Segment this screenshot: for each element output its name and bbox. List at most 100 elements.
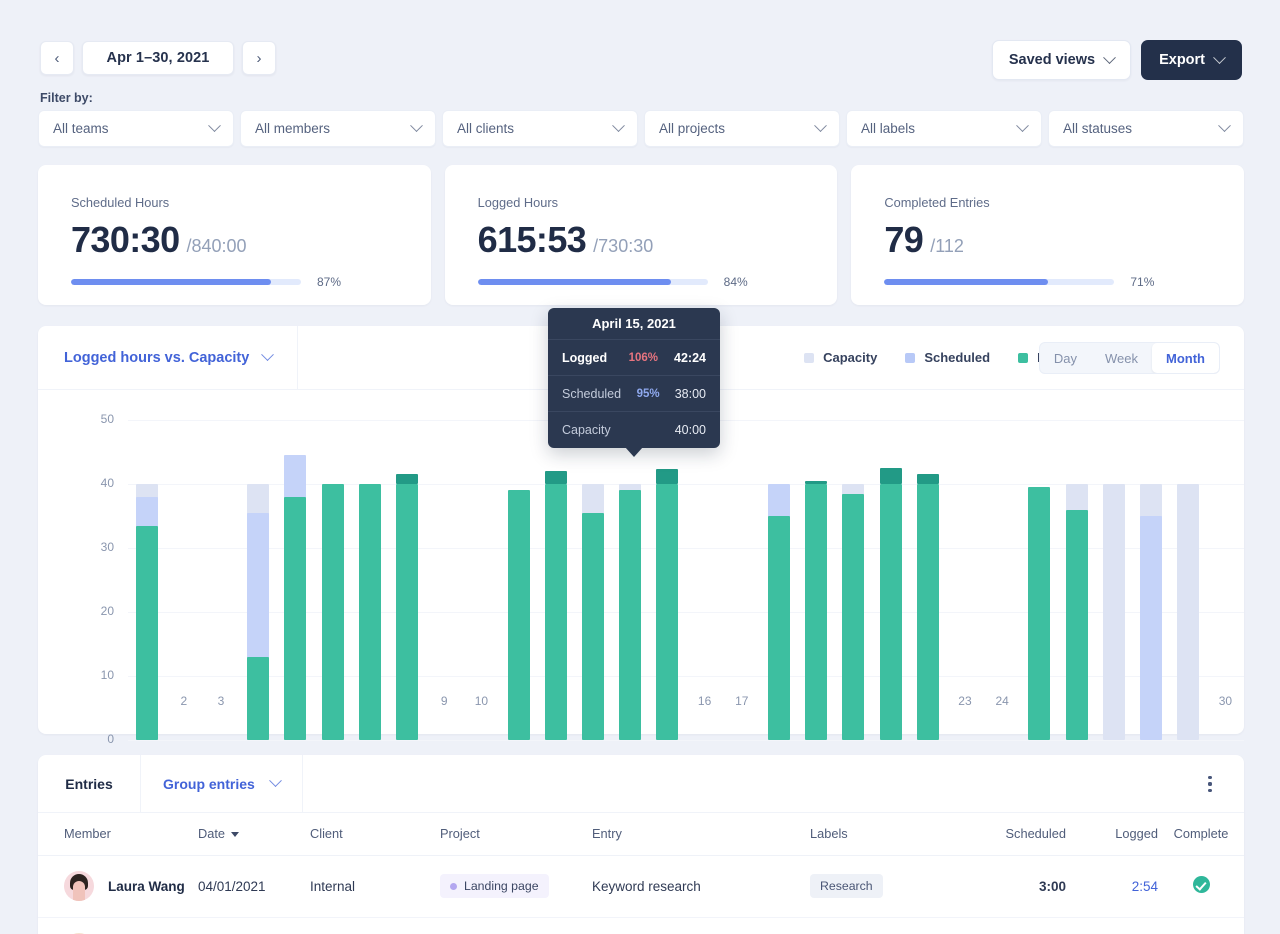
chart-bar-group[interactable] bbox=[1021, 420, 1058, 740]
column-header-complete[interactable]: Complete bbox=[1158, 813, 1244, 855]
chart-bar-group[interactable] bbox=[1170, 420, 1207, 740]
export-button[interactable]: Export bbox=[1141, 40, 1242, 80]
chart-bar-group[interactable] bbox=[909, 420, 946, 740]
table-row[interactable]: Laura Wang04/01/2021InternalLanding page… bbox=[38, 855, 1244, 917]
column-header-logged[interactable]: Logged bbox=[1066, 813, 1158, 855]
next-period-button[interactable]: › bbox=[242, 41, 276, 75]
bar-segment bbox=[582, 513, 604, 740]
progress-percent: 87% bbox=[317, 275, 341, 289]
group-entries-button[interactable]: Group entries bbox=[140, 755, 303, 812]
cell-complete bbox=[1158, 855, 1244, 917]
label-chip[interactable]: Research bbox=[810, 874, 883, 898]
filter-value: All members bbox=[255, 121, 330, 136]
filter-dropdown-0[interactable]: All teams bbox=[38, 110, 234, 147]
filter-dropdown-1[interactable]: All members bbox=[240, 110, 436, 147]
chart-bar-group[interactable] bbox=[835, 420, 872, 740]
cell-member: Laura Wang bbox=[38, 855, 198, 917]
chart-bar-group[interactable] bbox=[426, 420, 463, 740]
chart-bar-group[interactable] bbox=[277, 420, 314, 740]
column-header-label: Entry bbox=[592, 826, 622, 841]
column-header-member[interactable]: Member bbox=[38, 813, 198, 855]
column-header-label: Scheduled bbox=[1006, 826, 1066, 841]
range-option-week[interactable]: Week bbox=[1091, 343, 1152, 373]
column-header-entry[interactable]: Entry bbox=[592, 813, 810, 855]
column-header-label: Complete bbox=[1174, 826, 1229, 841]
bar-segment bbox=[917, 484, 939, 740]
chart-bar-group[interactable] bbox=[574, 420, 611, 740]
bar-segment bbox=[136, 526, 158, 740]
column-header-date[interactable]: Date bbox=[198, 813, 310, 855]
stat-progress-row: 71% bbox=[884, 275, 1212, 289]
chart-metric-select[interactable]: Logged hours vs. Capacity bbox=[38, 326, 298, 389]
chart-bar-group[interactable] bbox=[872, 420, 909, 740]
date-range-label[interactable]: Apr 1–30, 2021 bbox=[82, 41, 234, 75]
stat-progress-row: 84% bbox=[478, 275, 806, 289]
x-axis-tick: 10 bbox=[463, 694, 500, 708]
table-header-row: MemberDateClientProjectEntry Labels Schedu… bbox=[38, 813, 1244, 855]
chart-bar-group[interactable] bbox=[612, 420, 649, 740]
chart-bar-group[interactable] bbox=[946, 420, 983, 740]
column-header-client[interactable]: Client bbox=[310, 813, 440, 855]
x-axis-tick: 3 bbox=[202, 694, 239, 708]
tooltip-arrow bbox=[625, 447, 643, 457]
logged-link[interactable]: 2:54 bbox=[1132, 879, 1158, 894]
chart-bar-group[interactable] bbox=[760, 420, 797, 740]
progress-fill bbox=[71, 279, 271, 285]
sort-descending-icon[interactable] bbox=[231, 832, 239, 837]
x-axis-tick: 2 bbox=[165, 694, 202, 708]
chart-bar-group[interactable] bbox=[351, 420, 388, 740]
column-header-scheduled[interactable]: Scheduled bbox=[970, 813, 1066, 855]
tooltip-row-logged: Logged106%42:24 bbox=[548, 340, 720, 376]
filter-dropdown-5[interactable]: All statuses bbox=[1048, 110, 1244, 147]
filter-dropdown-3[interactable]: All projects bbox=[644, 110, 840, 147]
chart-bar-group[interactable] bbox=[1058, 420, 1095, 740]
previous-period-button[interactable]: ‹ bbox=[40, 41, 74, 75]
chart-bar-group[interactable] bbox=[165, 420, 202, 740]
progress-percent: 71% bbox=[1130, 275, 1154, 289]
chevron-down-icon bbox=[1218, 119, 1231, 132]
chevron-down-icon bbox=[208, 119, 221, 132]
column-header-project[interactable]: Project bbox=[440, 813, 592, 855]
legend-item-capacity[interactable]: Capacity bbox=[804, 350, 877, 365]
cell-member bbox=[38, 917, 198, 934]
chart-bar-group[interactable] bbox=[686, 420, 723, 740]
range-option-month[interactable]: Month bbox=[1152, 343, 1219, 373]
chevron-down-icon bbox=[1103, 51, 1116, 64]
table-row[interactable] bbox=[38, 917, 1244, 934]
stat-total: /112 bbox=[930, 236, 964, 257]
chart-bar-group[interactable] bbox=[240, 420, 277, 740]
chevron-down-icon bbox=[261, 348, 274, 361]
filter-by-label: Filter by: bbox=[40, 91, 93, 105]
chart-bar-group[interactable] bbox=[1207, 420, 1244, 740]
chart-bar-group[interactable] bbox=[984, 420, 1021, 740]
progress-track bbox=[478, 279, 708, 285]
column-header-labels[interactable]: Labels bbox=[810, 813, 970, 855]
chart-bar-group[interactable] bbox=[463, 420, 500, 740]
range-option-day[interactable]: Day bbox=[1040, 343, 1091, 373]
cell-scheduled: 3:00 bbox=[970, 855, 1066, 917]
x-axis-tick: 9 bbox=[426, 694, 463, 708]
progress-percent: 84% bbox=[724, 275, 748, 289]
saved-views-button[interactable]: Saved views bbox=[992, 40, 1131, 80]
chart-bar-group[interactable] bbox=[537, 420, 574, 740]
filter-dropdown-4[interactable]: All labels bbox=[846, 110, 1042, 147]
chart-bar-group[interactable] bbox=[202, 420, 239, 740]
chart-bar-group[interactable] bbox=[723, 420, 760, 740]
chart-bar-group[interactable] bbox=[649, 420, 686, 740]
chart-bar-group[interactable] bbox=[128, 420, 165, 740]
complete-check-icon[interactable] bbox=[1193, 876, 1210, 893]
stat-card-value: 730:30/840:00 bbox=[71, 219, 399, 261]
chart-bar-group[interactable] bbox=[798, 420, 835, 740]
chart-bar-group[interactable] bbox=[388, 420, 425, 740]
chart-bar-group[interactable] bbox=[314, 420, 351, 740]
project-chip[interactable]: Landing page bbox=[440, 874, 549, 898]
x-axis-tick: 17 bbox=[723, 694, 760, 708]
filter-dropdown-2[interactable]: All clients bbox=[442, 110, 638, 147]
chart-bar-group[interactable] bbox=[500, 420, 537, 740]
chart-bar-group[interactable] bbox=[1132, 420, 1169, 740]
stat-card-0: Scheduled Hours730:30/840:0087% bbox=[38, 165, 431, 305]
project-chip-label: Landing page bbox=[464, 879, 539, 893]
more-options-icon[interactable] bbox=[1198, 771, 1222, 797]
chart-bar-group[interactable] bbox=[1095, 420, 1132, 740]
legend-item-scheduled[interactable]: Scheduled bbox=[905, 350, 990, 365]
